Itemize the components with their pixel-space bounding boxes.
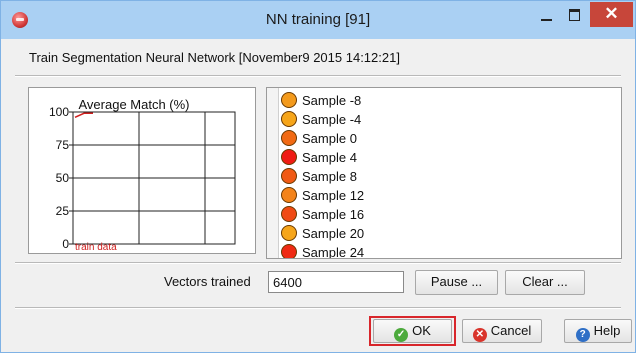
- ok-button[interactable]: ✓ OK: [373, 319, 452, 343]
- check-icon: ✓: [394, 328, 409, 342]
- training-header: Train Segmentation Neural Network [Novem…: [29, 50, 400, 65]
- sample-label: Sample 16: [302, 207, 365, 222]
- sample-color-icon: [281, 206, 297, 222]
- sample-color-icon: [281, 92, 297, 108]
- sample-color-icon: [281, 149, 297, 165]
- maximize-button[interactable]: [562, 5, 588, 27]
- sample-color-icon: [281, 111, 297, 127]
- minimize-button[interactable]: [534, 5, 560, 27]
- sample-label: Sample 4: [302, 150, 357, 165]
- y-tick-label: 75: [56, 138, 70, 152]
- y-tick-label: 100: [49, 105, 69, 119]
- series-line: [74, 112, 93, 118]
- sample-label: Sample 8: [302, 169, 357, 184]
- sample-color-icon: [281, 187, 297, 203]
- sample-label: Sample 20: [302, 226, 365, 241]
- separator: [15, 307, 621, 309]
- cancel-label: Cancel: [490, 323, 532, 338]
- close-button[interactable]: ✕: [590, 2, 633, 27]
- average-match-chart: 100 75 50 25 0 Average Match (%) train data: [28, 87, 256, 254]
- sample-label: Sample 0: [302, 131, 357, 146]
- help-label: Help: [593, 323, 621, 338]
- title-bar[interactable]: NN training [91] ✕: [1, 1, 635, 39]
- legend-label: train data: [75, 242, 117, 253]
- samples-list: Sample -8 Sample -4 Sample 0 Sample 4 Sample…: [266, 87, 622, 259]
- list-scroll-strip[interactable]: [267, 88, 279, 258]
- help-button[interactable]: ? Help: [564, 319, 632, 343]
- sample-label: Sample 24: [302, 245, 365, 259]
- y-tick-label: 50: [56, 171, 70, 185]
- sample-color-icon: [281, 225, 297, 241]
- clear-button[interactable]: Clear ...: [505, 270, 585, 295]
- help-icon: ?: [575, 328, 590, 342]
- chart-title: Average Match (%): [78, 97, 189, 112]
- sample-color-icon: [281, 244, 297, 258]
- y-tick-label: 25: [56, 204, 70, 218]
- separator: [15, 262, 621, 264]
- pause-button[interactable]: Pause ...: [415, 270, 498, 295]
- sample-color-icon: [281, 130, 297, 146]
- vectors-trained-input[interactable]: [268, 271, 404, 293]
- sample-label: Sample 12: [302, 188, 365, 203]
- dialog-window: NN training [91] ✕ Train Segmentation Ne…: [0, 0, 636, 353]
- ok-label: OK: [412, 323, 431, 338]
- sample-label: Sample -8: [302, 93, 362, 108]
- sample-label: Sample -4: [302, 112, 362, 127]
- cancel-button[interactable]: ✕ Cancel: [462, 319, 542, 343]
- close-icon: ✕: [604, 4, 619, 23]
- sample-color-icon: [281, 168, 297, 184]
- separator: [15, 75, 621, 77]
- cancel-icon: ✕: [472, 328, 487, 342]
- chart-svg: 100 75 50 25 0 Average Match (%) train data: [49, 97, 236, 253]
- y-tick-label: 0: [62, 237, 69, 251]
- vectors-trained-label: Vectors trained: [164, 274, 251, 289]
